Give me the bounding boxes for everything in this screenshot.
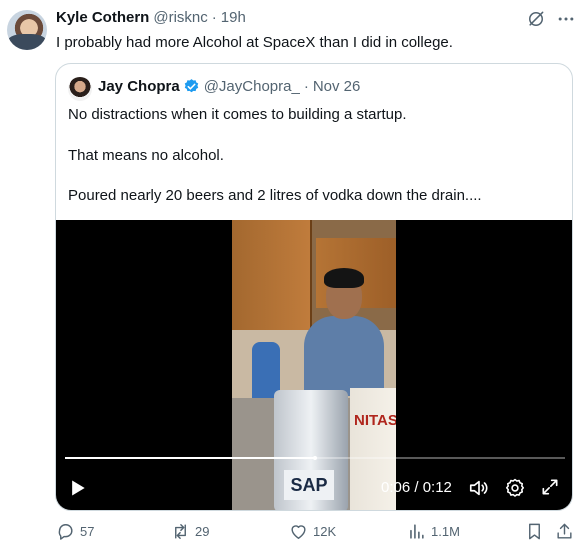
settings-gear-icon[interactable] [504, 477, 526, 499]
reply-button[interactable]: 57 [56, 522, 94, 541]
share-icon[interactable] [555, 522, 574, 541]
beer-can-left-label: SAP [284, 470, 334, 500]
video-time: 0:06 / 0:12 [381, 479, 452, 496]
repost-icon [175, 524, 186, 539]
tweet-text: I probably had more Alcohol at SpaceX th… [56, 34, 453, 51]
person-body [304, 316, 384, 396]
quoted-author-avatar[interactable] [68, 77, 92, 101]
author-avatar[interactable] [7, 10, 47, 50]
quoted-tweet[interactable]: Jay Chopra @JayChopra_ · Nov 26 No distr… [55, 63, 573, 511]
quoted-text-line: That means no alcohol. [68, 147, 224, 164]
separator-dot: · [211, 9, 217, 26]
like-count: 12K [313, 524, 337, 539]
bookmark-icon[interactable] [525, 522, 544, 541]
person-hair [324, 268, 364, 288]
verified-badge-icon [184, 79, 198, 93]
video-progress-bar[interactable] [65, 456, 565, 460]
tweet-actions-bar: 57 29 12K 1.1M [0, 522, 581, 546]
beer-can-right-label: NITAS [354, 412, 396, 429]
author-handle[interactable]: @risknc [153, 9, 207, 26]
tweet-time[interactable]: 19h [221, 9, 246, 26]
quoted-tweet-date[interactable]: Nov 26 [313, 78, 361, 95]
more-options-icon[interactable] [555, 9, 577, 29]
quoted-text-line: No distractions when it comes to buildin… [68, 106, 407, 123]
view-count: 1.1M [431, 524, 460, 539]
reply-icon [58, 524, 73, 540]
like-button[interactable]: 12K [289, 522, 336, 541]
author-name[interactable]: Kyle Cothern [56, 9, 149, 26]
video-progress-knob[interactable] [313, 456, 317, 460]
volume-icon[interactable] [468, 477, 490, 499]
play-icon[interactable] [68, 478, 88, 498]
quoted-author-handle[interactable]: @JayChopra_ [204, 78, 300, 95]
fullscreen-icon[interactable] [540, 477, 560, 497]
reply-count: 57 [80, 524, 95, 539]
separator-dot: · [303, 78, 309, 95]
video-player[interactable]: SAP NITAS 0:06 / 0:12 [56, 220, 572, 510]
repost-button[interactable]: 29 [171, 522, 209, 541]
quoted-text-line: Poured nearly 20 beers and 2 litres of v… [68, 187, 482, 204]
heart-icon [291, 525, 306, 539]
cabinet-left [232, 220, 312, 330]
video-frame: SAP NITAS [232, 220, 396, 510]
repost-count: 29 [195, 524, 210, 539]
views-button[interactable]: 1.1M [407, 522, 460, 541]
quoted-tweet-header: Jay Chopra @JayChopra_ · Nov 26 [98, 78, 360, 95]
views-chart-icon [410, 524, 424, 539]
video-progress-fill [65, 457, 315, 459]
quoted-author-name[interactable]: Jay Chopra [98, 78, 180, 95]
grok-icon[interactable] [526, 9, 546, 29]
tweet-header: Kyle Cothern @risknc · 19h [56, 9, 246, 26]
